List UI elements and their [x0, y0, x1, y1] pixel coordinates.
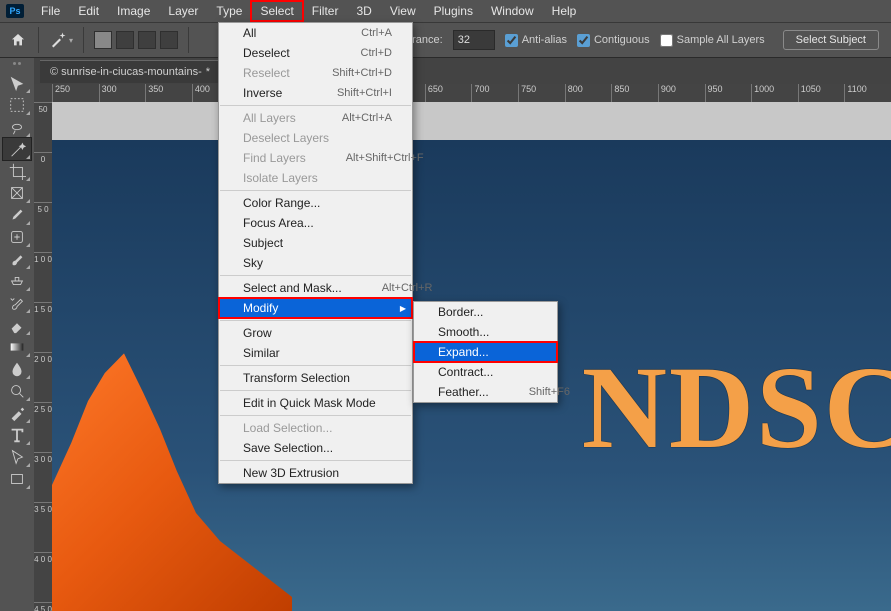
type-tool[interactable] — [3, 424, 31, 446]
horizontal-ruler: 2503003504004505005506006507007508008509… — [52, 84, 891, 102]
new-selection-icon[interactable] — [94, 31, 112, 49]
select-subject-button[interactable]: Select Subject — [783, 30, 879, 50]
add-selection-icon[interactable] — [116, 31, 134, 49]
menu-item-select-and-mask[interactable]: Select and Mask...Alt+Ctrl+R — [219, 278, 412, 298]
menu-item-inverse[interactable]: InverseShift+Ctrl+I — [219, 83, 412, 103]
healing-brush-tool[interactable] — [3, 226, 31, 248]
intersect-selection-icon[interactable] — [160, 31, 178, 49]
menu-item-expand[interactable]: Expand... — [414, 342, 557, 362]
menu-item-save-selection[interactable]: Save Selection... — [219, 438, 412, 458]
frame-tool[interactable] — [3, 182, 31, 204]
blur-tool[interactable] — [3, 358, 31, 380]
menu-item-all-layers: All LayersAlt+Ctrl+A — [219, 108, 412, 128]
contiguous-checkbox[interactable]: Contiguous — [577, 34, 650, 47]
gradient-tool[interactable] — [3, 336, 31, 358]
menu-item-all[interactable]: AllCtrl+A — [219, 23, 412, 43]
magic-wand-tool[interactable] — [3, 138, 31, 160]
clone-stamp-tool[interactable] — [3, 270, 31, 292]
tolerance-input[interactable] — [453, 30, 495, 50]
options-bar: ▾ Tolerance: Anti-alias Contiguous Sampl… — [0, 22, 891, 58]
menu-item-subject[interactable]: Subject — [219, 233, 412, 253]
document-tab[interactable]: © sunrise-in-ciucas-mountains-*× — [40, 60, 234, 83]
menu-item-sky[interactable]: Sky — [219, 253, 412, 273]
menubar: Ps FileEditImageLayerTypeSelectFilter3DV… — [0, 0, 891, 22]
canvas-text-layer: NDSC — [582, 340, 891, 476]
tool-preset-icon[interactable]: ▾ — [49, 30, 73, 50]
menu-file[interactable]: File — [32, 1, 69, 21]
menu-item-focus-area[interactable]: Focus Area... — [219, 213, 412, 233]
path-select-tool[interactable] — [3, 446, 31, 468]
menu-window[interactable]: Window — [482, 1, 543, 21]
eyedropper-tool[interactable] — [3, 204, 31, 226]
menu-plugins[interactable]: Plugins — [425, 1, 482, 21]
menu-item-similar[interactable]: Similar — [219, 343, 412, 363]
menu-select[interactable]: Select — [251, 1, 302, 21]
menu-item-reselect: ReselectShift+Ctrl+D — [219, 63, 412, 83]
document-tab-bar: © sunrise-in-ciucas-mountains-*× — [0, 58, 891, 84]
menu-item-new-3d-extrusion[interactable]: New 3D Extrusion — [219, 463, 412, 483]
menu-item-deselect-layers: Deselect Layers — [219, 128, 412, 148]
selection-mode-group — [94, 31, 178, 49]
anti-alias-checkbox[interactable]: Anti-alias — [505, 34, 567, 47]
ruler-corner — [34, 84, 52, 102]
sample-all-layers-checkbox[interactable]: Sample All Layers — [660, 34, 765, 47]
tools-panel — [0, 58, 34, 611]
menu-item-edit-in-quick-mask-mode[interactable]: Edit in Quick Mask Mode — [219, 393, 412, 413]
brush-tool[interactable] — [3, 248, 31, 270]
menu-item-transform-selection[interactable]: Transform Selection — [219, 368, 412, 388]
menu-item-deselect[interactable]: DeselectCtrl+D — [219, 43, 412, 63]
menu-item-find-layers: Find LayersAlt+Shift+Ctrl+F — [219, 148, 412, 168]
vertical-ruler: 5005 01 0 01 5 02 0 02 5 03 0 03 5 04 0 … — [34, 102, 52, 611]
menu-help[interactable]: Help — [543, 1, 586, 21]
menu-item-border[interactable]: Border... — [414, 302, 557, 322]
eraser-tool[interactable] — [3, 314, 31, 336]
menu-type[interactable]: Type — [207, 1, 251, 21]
menu-item-load-selection: Load Selection... — [219, 418, 412, 438]
menu-item-smooth[interactable]: Smooth... — [414, 322, 557, 342]
menu-filter[interactable]: Filter — [303, 1, 348, 21]
crop-tool[interactable] — [3, 160, 31, 182]
menu-item-feather[interactable]: Feather...Shift+F6 — [414, 382, 557, 402]
modify-submenu-dropdown: Border...Smooth...Expand...Contract...Fe… — [413, 301, 558, 403]
pen-tool[interactable] — [3, 402, 31, 424]
menu-3d[interactable]: 3D — [347, 1, 380, 21]
menu-image[interactable]: Image — [108, 1, 159, 21]
menu-item-isolate-layers: Isolate Layers — [219, 168, 412, 188]
menu-edit[interactable]: Edit — [69, 1, 108, 21]
move-tool[interactable] — [3, 72, 31, 94]
home-icon[interactable] — [8, 30, 28, 50]
app-logo: Ps — [6, 4, 24, 18]
menu-layer[interactable]: Layer — [159, 1, 207, 21]
menu-item-grow[interactable]: Grow — [219, 323, 412, 343]
menu-item-color-range[interactable]: Color Range... — [219, 193, 412, 213]
dodge-tool[interactable] — [3, 380, 31, 402]
menu-view[interactable]: View — [381, 1, 425, 21]
history-brush-tool[interactable] — [3, 292, 31, 314]
subtract-selection-icon[interactable] — [138, 31, 156, 49]
menu-item-modify[interactable]: Modify — [219, 298, 412, 318]
select-menu-dropdown: AllCtrl+ADeselectCtrl+DReselectShift+Ctr… — [218, 22, 413, 484]
marquee-tool[interactable] — [3, 94, 31, 116]
rectangle-tool[interactable] — [3, 468, 31, 490]
lasso-tool[interactable] — [3, 116, 31, 138]
menu-item-contract[interactable]: Contract... — [414, 362, 557, 382]
